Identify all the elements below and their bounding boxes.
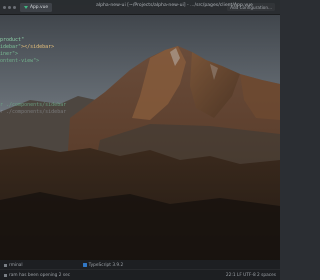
- ide-title-bar: App.vue alpha-new-ui [~/Projects/alpha-n…: [0, 0, 280, 15]
- code-line: r ./components/sidebar: [0, 109, 67, 115]
- status-line: ram has been opening 2 sec 22:1 LF UTF-8…: [0, 271, 280, 279]
- code-editor[interactable]: product" idebar"></sidebar> iner"> onten…: [0, 15, 280, 260]
- status-bar: rminal TypeScript 3.9.2 ram has been ope…: [0, 260, 280, 280]
- code-line: r ./components/sidebar: [0, 102, 67, 108]
- tool-window-bar: rminal TypeScript 3.9.2: [0, 261, 280, 270]
- terminal-icon: [4, 263, 7, 267]
- cursor-position-info[interactable]: 22:1 LF UTF-8 2 spaces: [226, 271, 276, 279]
- typescript-icon: [82, 263, 87, 267]
- minimize-window-button[interactable]: [8, 5, 11, 9]
- event-log-icon: [4, 273, 7, 277]
- run-configuration-button[interactable]: Add Configuration...: [227, 3, 275, 11]
- code-line: ontent-view">: [0, 58, 40, 64]
- close-window-button[interactable]: [3, 5, 6, 9]
- code-line: iner">: [0, 51, 19, 57]
- terminal-tool-button[interactable]: rminal: [4, 263, 23, 268]
- editor-tab-label: App.vue: [30, 4, 49, 10]
- event-log-message[interactable]: ram has been opening 2 sec: [4, 273, 70, 278]
- code-line: idebar"></sidebar>: [0, 44, 55, 50]
- window-controls[interactable]: [3, 5, 16, 9]
- code-line: product": [0, 37, 25, 43]
- terminal-tool-label: rminal: [9, 262, 23, 268]
- run-configuration-label: Add Configuration...: [230, 4, 272, 10]
- typescript-tool-button[interactable]: TypeScript 3.9.2: [82, 262, 124, 268]
- vue-file-icon: [24, 5, 28, 9]
- typescript-label: TypeScript 3.9.2: [88, 262, 124, 268]
- editor-tab-app-vue[interactable]: App.vue: [20, 2, 53, 12]
- maximize-window-button[interactable]: [13, 5, 16, 9]
